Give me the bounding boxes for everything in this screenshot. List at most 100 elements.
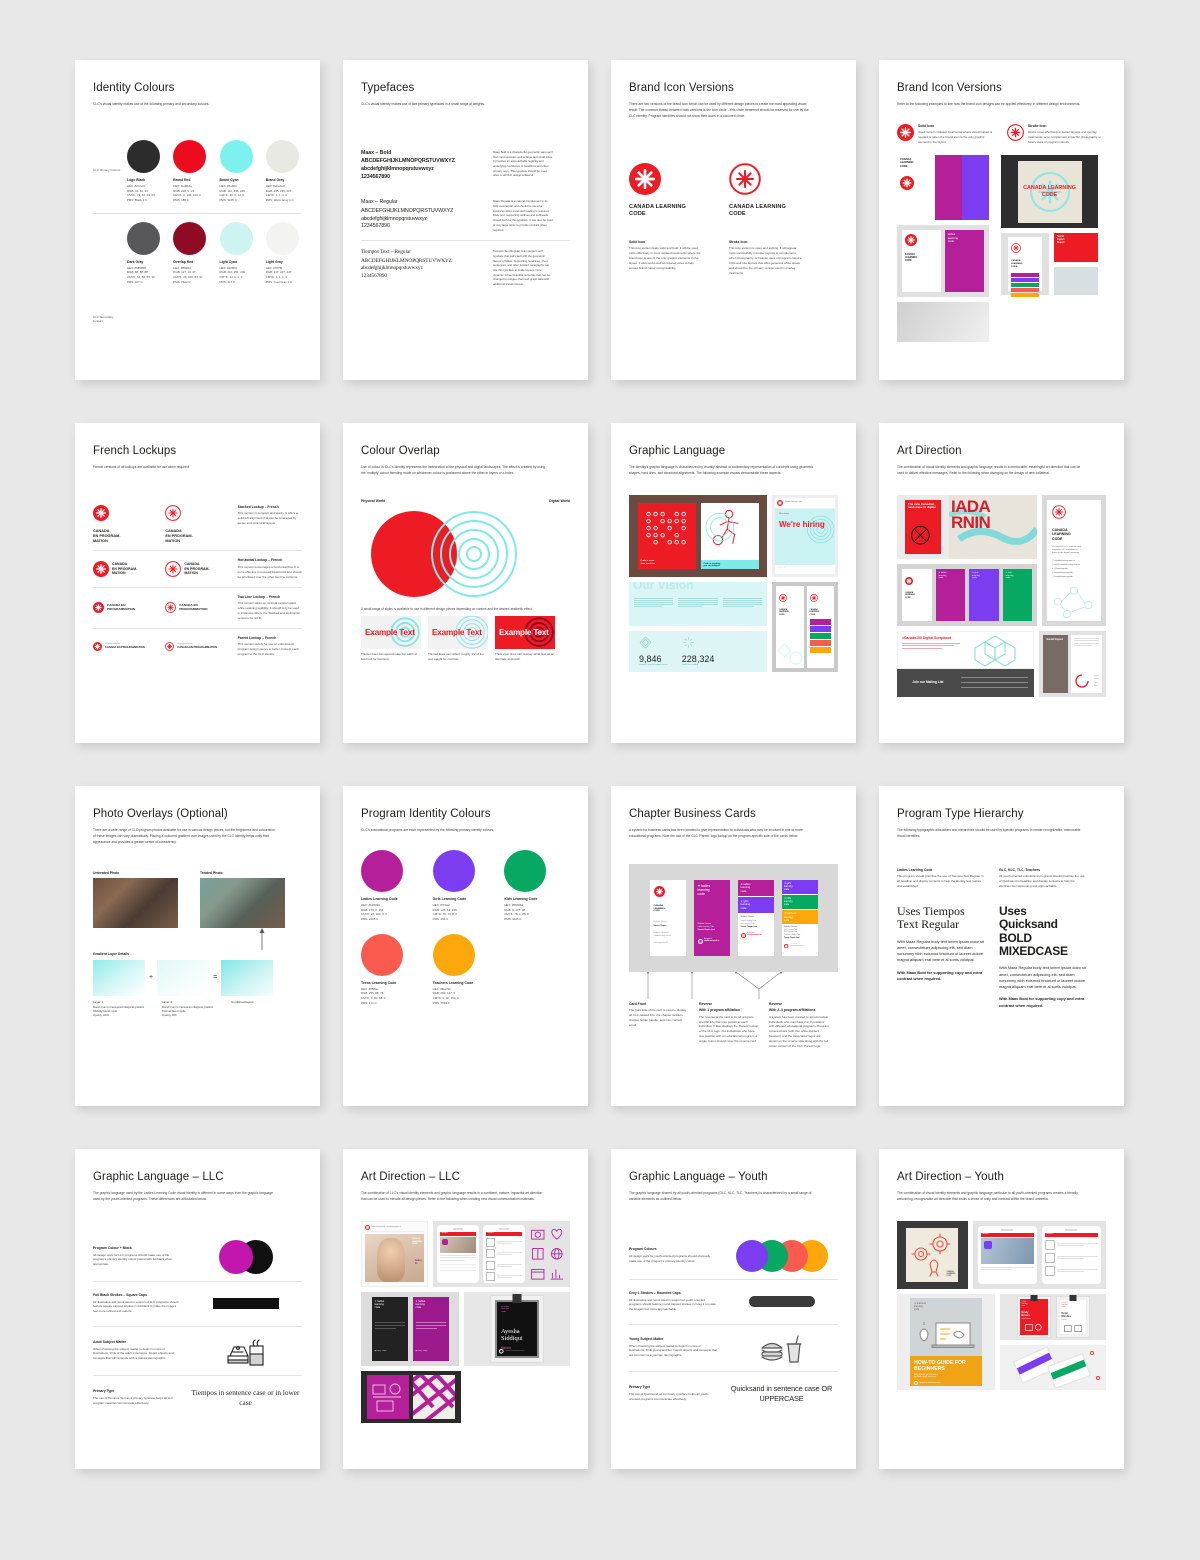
- mockup-business-cards-youth: [1000, 1344, 1106, 1390]
- stroke-icon-examples: CANADA LEARNING CODE CANADA LEARNING COD…: [1001, 155, 1098, 342]
- page-chapter-business-cards[interactable]: Chapter Business Cards A system for busi…: [611, 786, 856, 1106]
- page-colour-overlap[interactable]: Colour Overlap Use of colour in CLC's id…: [343, 423, 588, 743]
- swatch[interactable]: Light Gray HEX: #f7f7f5 RGB: 247, 247, 24…: [265, 221, 302, 285]
- swatch[interactable]: Brand Gray HEX: #ebebe3 RGB: 235, 235, 22…: [265, 139, 302, 203]
- mockup-tote-youth: CANADA LEARNING CODE: [897, 1220, 968, 1289]
- icon-variant-solid[interactable]: Solid Icon Used more in isolated treatme…: [897, 123, 995, 145]
- layer-name: Combined layers: [231, 999, 254, 1004]
- typeface-lowercase: abcdefghijklmnopqrstuvwxyz: [361, 265, 423, 272]
- typeface-lowercase: abcdefghijklmnopqrstuvwxyz: [361, 215, 428, 222]
- swatch[interactable]: Overlap Red HEX: #8f0d1b RGB: 127, 13, 27…: [173, 221, 209, 285]
- typeface-name: Maax – Regular: [361, 199, 398, 206]
- page-brand-icon-versions[interactable]: Brand Icon Versions There are two versio…: [611, 60, 856, 380]
- example-note: Thicker lines can approximate the width …: [361, 652, 418, 662]
- clc-solid-icon: [1090, 1350, 1094, 1355]
- page-graphic-language[interactable]: Graphic Language The identity's graphic …: [611, 423, 856, 743]
- lockup-row-twoline: CANADA EN PROGRAMMATION CANADA EN PROGRAMM…: [93, 588, 302, 628]
- spec-row-adult-subject: Adult Subject Matter When choosing the s…: [93, 1327, 302, 1375]
- typeface-digits: 1234567890: [361, 173, 390, 180]
- callout-card-front: Card Front The front side of the card is…: [629, 1002, 689, 1049]
- icon-variant-stroke[interactable]: CANADA LEARNING CODE Stroke Icon This ic…: [729, 163, 803, 275]
- example-card-thick[interactable]: Example Text Thicker lines can approxima…: [361, 616, 421, 662]
- combined-swatch: [221, 959, 274, 996]
- page-title: Program Identity Colours: [361, 808, 491, 820]
- mockup-poster-iada: IADA RNIN: [949, 494, 1037, 559]
- pattern-icon: [777, 643, 803, 664]
- typeface-specimen: Maax – Regular ABCDEFGHIJKLMNOPQRSTUVWXY…: [361, 199, 570, 232]
- spec-row-young-subject: Young Subject Matter When choosing the s…: [629, 1325, 838, 1371]
- spec-name: Program Colour + Black: [93, 1245, 132, 1250]
- chart-icon: [551, 1268, 564, 1280]
- card-reverse-two[interactable]: ✳ ladies learning code ✳ girls learning code…: [737, 879, 774, 956]
- mockup-program-posters: CANADA LEARNING CODE ✳ ladies learning code …: [897, 563, 1037, 626]
- spec-note: The use of Tiempos Text as a primary typ…: [93, 1395, 174, 1405]
- program-colour[interactable]: Ladies Learning Code HEX: #b2009a RGB: 17…: [361, 849, 427, 922]
- layer-name: Layer 2: [162, 999, 173, 1004]
- page-art-direction-youth[interactable]: Art Direction – Youth The combination of…: [879, 1149, 1124, 1469]
- page-title: Identity Colours: [93, 82, 175, 94]
- swatch[interactable]: Light Cyan HEX: #d2f4f0 RGB: 210, 251, 24…: [219, 221, 256, 285]
- page-graphic-language-llc[interactable]: Graphic Language – LLC The graphic langu…: [75, 1149, 320, 1469]
- mockup-phone-2: CanadaLC: [482, 1224, 525, 1283]
- page-program-identity-colours[interactable]: Program Identity Colours CLC's education…: [343, 786, 588, 1106]
- clc-solid-icon: [777, 499, 783, 506]
- spec-name: Full Black Strokes – Square Caps: [93, 1292, 147, 1297]
- card-front[interactable]: CANADA LEARNING CODE Madeline Clemont Toron…: [649, 879, 686, 956]
- poster-headline: IADA RNIN: [951, 496, 991, 532]
- swatch[interactable]: Brand Cyan HEX: #6ef4f0 RGB: 110, 244, 24…: [219, 139, 256, 203]
- program-colour[interactable]: Teens Learning Code HEX: #ff584e RGB: 255…: [361, 933, 427, 1006]
- clc-stroke-icon: [779, 593, 787, 602]
- heart-icon: [551, 1228, 563, 1240]
- card-reverse-three[interactable]: ✳ girls learning code ✳ kids learning code ✳…: [781, 879, 818, 956]
- variant-name: Stroke Icon: [729, 239, 748, 244]
- clc-solid-icon: [905, 576, 913, 585]
- spec-note: The use of Quicksand as a primary typefa…: [629, 1391, 709, 1401]
- page-intro: The following typographic allocations an…: [897, 828, 1081, 838]
- page-program-type-hierarchy[interactable]: Program Type Hierarchy The following typ…: [879, 786, 1124, 1106]
- typeface-specimen: Maax – Bold ABCDEFGHIJKLMNOPQRSTUVWXYZ a…: [361, 150, 570, 182]
- mockup-brochures: CANADA LEARNING CODE CANADA LEARNING CODE: [772, 581, 838, 672]
- primary-swatch-row: Logo Black HEX: #2c2c2c RGB: 44, 44, 44 C…: [127, 139, 302, 203]
- mockup-report-spread: Social Impact Lorem Ipsum Dolor Amet: [1039, 630, 1106, 697]
- clc-solid-icon: [93, 504, 109, 521]
- lockup-row-stacked: CANADA EN PROGRAM- MATION CANADA EN PROGRAM…: [93, 504, 302, 551]
- swatch-name: Light Cyan: [219, 259, 238, 264]
- book-icon: [531, 1247, 544, 1260]
- swatch[interactable]: Logo Black HEX: #2c2c2c RGB: 44, 44, 44 C…: [127, 139, 163, 203]
- page-art-direction-llc[interactable]: Art Direction – LLC The combination of L…: [343, 1149, 588, 1469]
- example-card-thin[interactable]: Example Text Thinner lines can reflect r…: [428, 616, 488, 662]
- lockup-wordmark: CANADA LEARNING CODE: [629, 204, 687, 217]
- page-title: Chapter Business Cards: [629, 808, 756, 820]
- program-colour-spec: HEX: #06b062 RGB: 6, 177, 98 CMYK: 78, 1,…: [504, 902, 529, 921]
- mailing-heading: Join our Mailing List: [912, 680, 944, 685]
- variant-name: Solid Icon: [629, 239, 646, 244]
- page-brand-icon-examples[interactable]: Brand Icon Versions Refer to the followi…: [879, 60, 1124, 380]
- mockup-phone-1: CanadaLC: [977, 1225, 1037, 1284]
- page-art-direction[interactable]: Art Direction The combination of visual …: [879, 423, 1124, 743]
- camera-icon: [530, 1229, 545, 1240]
- spec-note: All illustrative and icons used in suppo…: [629, 1297, 716, 1312]
- lockup-row-horizontal: CANADA EN PROGRAM- MATION CANADA EN PROGRAM…: [93, 551, 302, 586]
- page-identity-colours[interactable]: Identity Colours CLC's visual identity m…: [75, 60, 320, 380]
- banner-lockup: CANADA LEARNING CODE: [1052, 527, 1071, 541]
- variant-note: This icon version feels solid and bold. …: [629, 246, 701, 270]
- example-card-red[interactable]: Example Text Thick cyan lines can overla…: [495, 616, 555, 662]
- page-french-lockups[interactable]: French Lockups French versions of all lo…: [75, 423, 320, 743]
- swatch[interactable]: Brand Red HEX: #ed0b1e RGB: 228, 5, 23 CM…: [173, 139, 209, 203]
- swatch[interactable]: Dark Gray HEX: #585858 RGB: 88, 88, 88 CM…: [127, 221, 163, 285]
- spec-note: All design work for youth-oriented progr…: [629, 1253, 711, 1263]
- clc-solid-icon: [629, 163, 661, 196]
- icon-variant-stroke[interactable]: Stroke Icon Works most effectively in bu…: [1007, 124, 1105, 145]
- card-reverse-one[interactable]: ✳ ladies learning code Madeline Clemont La…: [693, 879, 730, 956]
- clc-stroke-icon: [729, 163, 761, 195]
- page-typefaces[interactable]: Typefaces CLC's visual identity makes us…: [343, 60, 588, 380]
- mockup-scrapbook: #Canada150 Digital Scrapbook: [897, 630, 1035, 669]
- page-graphic-language-youth[interactable]: Graphic Language – Youth The graphic lan…: [611, 1149, 856, 1469]
- program-colour[interactable]: Girls Learning Code HEX: #7f42ef RGB: 126…: [432, 849, 499, 922]
- page-photo-overlays[interactable]: Photo Overlays (Optional) There are a wi…: [75, 786, 320, 1106]
- page-intro: CLC's educational programs are each repr…: [361, 828, 495, 833]
- program-colour-dot: [432, 849, 475, 892]
- icon-variant-solid[interactable]: CANADA LEARNING CODE Solid Icon This ico…: [629, 163, 703, 275]
- program-colour[interactable]: Teachers Learning Code HEX: #fba702 RGB: …: [432, 933, 499, 1006]
- program-colour[interactable]: Kids Learning Code HEX: #06b062 RGB: 6, 1…: [504, 849, 570, 922]
